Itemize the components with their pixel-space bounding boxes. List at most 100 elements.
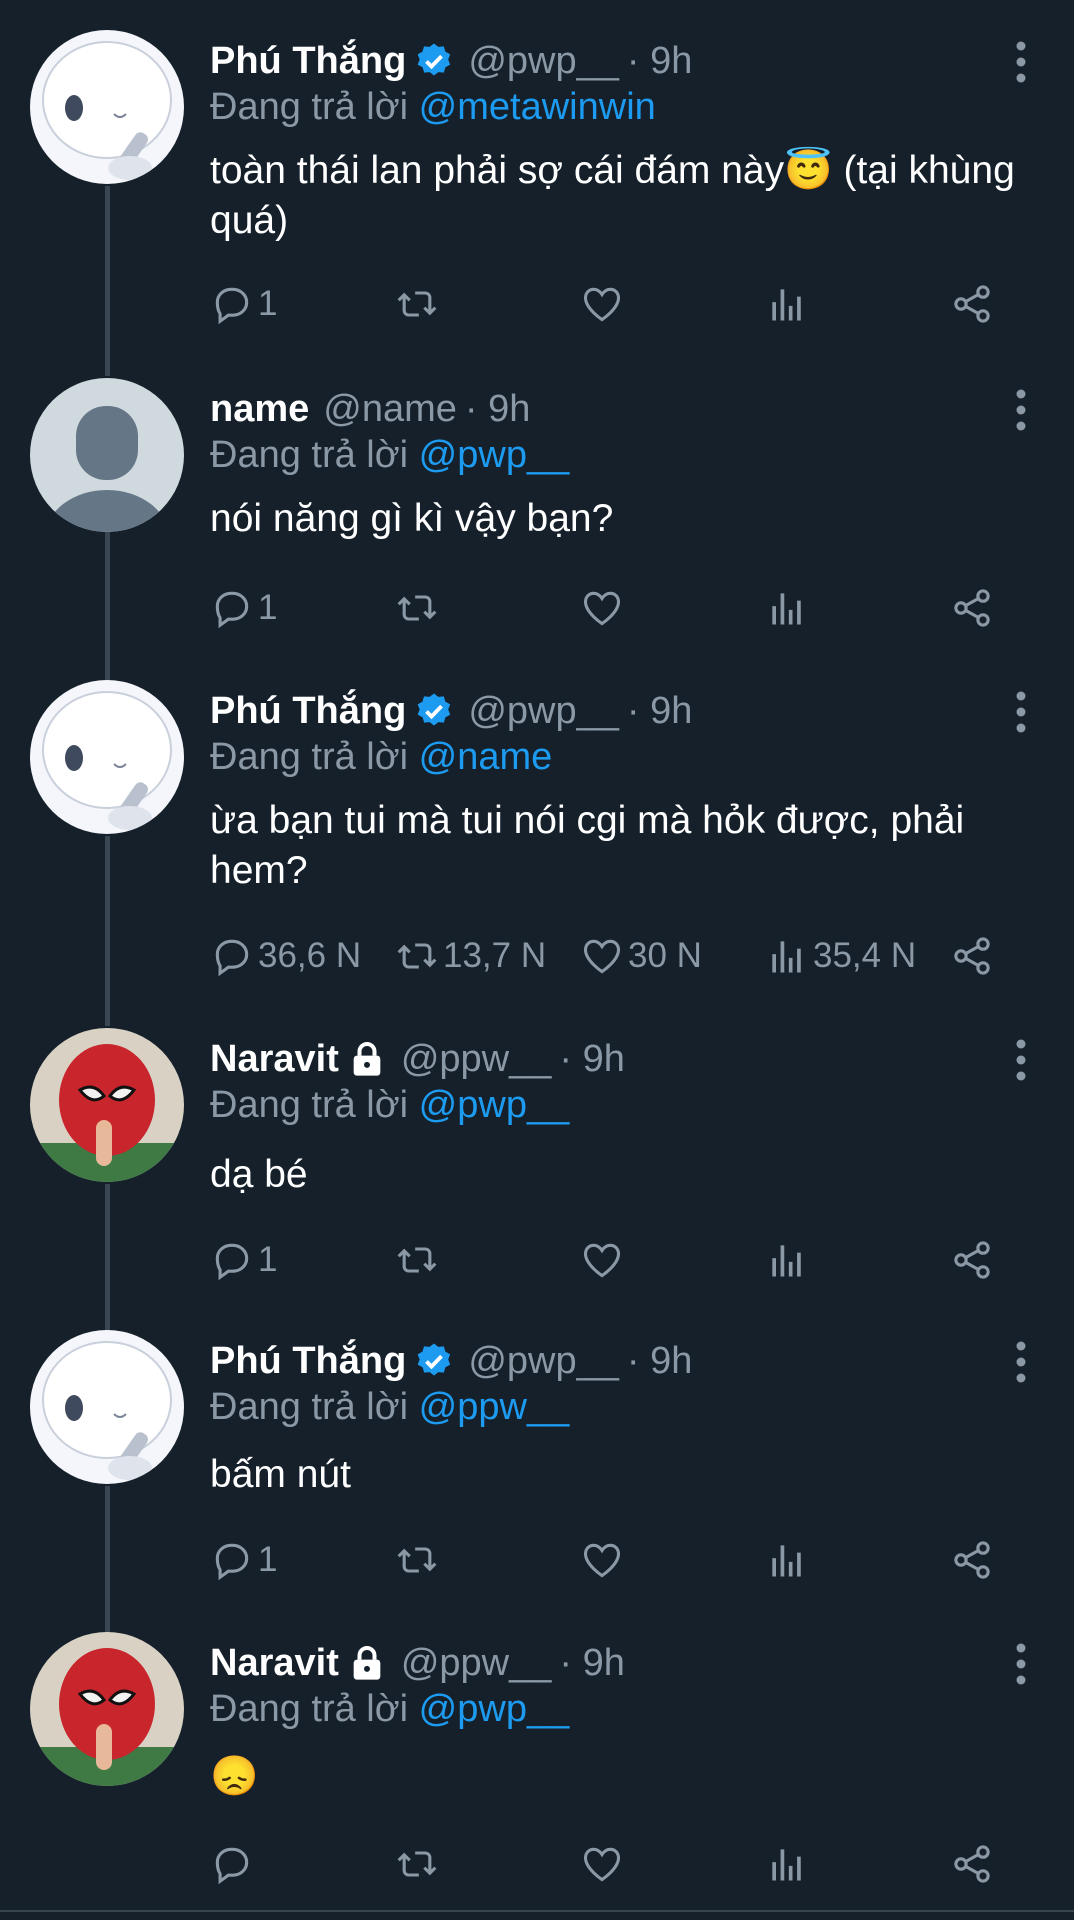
like-button[interactable] [580,1234,628,1286]
avatar[interactable] [30,1632,184,1786]
share-button[interactable] [950,1534,994,1586]
more-options-icon[interactable] [1014,690,1028,734]
tweet-text: toàn thái lan phải sợ cái đám này😇 (tại … [210,149,1015,242]
views-button[interactable] [765,582,813,634]
retweet-button[interactable]: 13,7 N [395,930,546,982]
reply-icon [215,1543,249,1581]
share-button[interactable] [950,278,994,330]
heart-icon [583,591,621,626]
display-name[interactable]: Phú Thắng [210,1340,406,1383]
replying-prefix: Đang trả lời [210,434,409,476]
like-button[interactable]: 30 N [580,930,702,982]
reply-button[interactable]: 1 [210,1234,277,1286]
user-handle[interactable]: @ppw__ [401,1038,552,1081]
views-button[interactable] [765,1234,813,1286]
action-bar: 36,6 N 13,7 N 30 N 35,4 N [210,930,1010,982]
action-bar: 1 [210,278,1010,330]
action-bar [210,1838,1010,1890]
retweet-button[interactable] [395,1234,443,1286]
timestamp: · 9h [626,1339,693,1382]
display-name[interactable]: Naravit [210,1038,339,1081]
more-options-icon[interactable] [1014,1340,1028,1384]
reply-icon [215,939,249,977]
views-button[interactable] [765,1534,813,1586]
user-handle[interactable]: @name [323,388,457,431]
more-options-icon[interactable] [1014,40,1028,84]
replying-prefix: Đang trả lời [210,736,409,778]
user-handle[interactable]: @pwp__ [468,690,619,733]
reply-icon [215,1847,249,1885]
mention-link[interactable]: @pwp__ [419,1084,570,1126]
avatar[interactable] [30,1028,184,1182]
retweet-button[interactable] [395,278,443,330]
heart-icon [583,1243,621,1278]
share-icon [954,1541,990,1579]
share-button[interactable] [950,582,994,634]
replying-to: Đang trả lời @metawinwin [210,86,656,129]
display-name[interactable]: Phú Thắng [210,40,406,83]
display-name[interactable]: Naravit [210,1642,339,1685]
retweet-button[interactable] [395,1534,443,1586]
mention-link[interactable]: @ppw__ [419,1386,570,1428]
reply-button[interactable] [210,1838,258,1890]
retweet-icon [397,1547,437,1573]
tweet-text: ừa bạn tui mà tui nói cgi mà hỏk được, p… [210,799,965,892]
thread-line [105,1184,110,1332]
tweet-header: Phú Thắng @pwp__ · 9h [210,686,692,736]
like-button[interactable] [580,1838,628,1890]
views-icon [772,941,801,973]
retweet-button[interactable] [395,1838,443,1890]
retweet-button[interactable] [395,582,443,634]
reply-button[interactable]: 1 [210,278,277,330]
action-bar: 1 [210,582,1010,634]
share-button[interactable] [950,930,994,982]
spiderman-mask-avatar [30,1028,184,1182]
spiderman-mask-avatar [30,1632,184,1786]
mention-link[interactable]: @pwp__ [419,434,570,476]
mention-link[interactable]: @name [419,736,553,778]
default-user-avatar [30,378,184,532]
reply-button[interactable]: 36,6 N [210,930,361,982]
avatar[interactable] [30,30,184,184]
mention-link[interactable]: @metawinwin [419,86,656,128]
views-button[interactable] [765,278,813,330]
user-handle[interactable]: @pwp__ [468,40,619,83]
avatar[interactable] [30,1330,184,1484]
tweet-text: bấm nút [210,1453,351,1496]
reply-count: 1 [258,1240,278,1279]
replying-to: Đang trả lời @pwp__ [210,1688,569,1731]
like-button[interactable] [580,278,628,330]
user-handle[interactable]: @pwp__ [468,1340,619,1383]
avatar[interactable] [30,378,184,532]
cartoon-character-avatar [30,1330,184,1484]
views-button[interactable] [765,1838,813,1890]
share-icon [954,589,990,627]
user-handle[interactable]: @ppw__ [401,1642,552,1685]
replying-to: Đang trả lời @ppw__ [210,1386,569,1429]
views-button[interactable]: 35,4 N [765,930,916,982]
display-name[interactable]: Phú Thắng [210,690,406,733]
replying-prefix: Đang trả lời [210,1084,409,1126]
share-icon [954,937,990,975]
share-button[interactable] [950,1234,994,1286]
reply-button[interactable]: 1 [210,1534,277,1586]
replying-prefix: Đang trả lời [210,1688,409,1730]
like-count: 30 N [628,936,702,975]
more-options-icon[interactable] [1014,388,1028,432]
like-button[interactable] [580,582,628,634]
retweet-icon [397,1247,437,1273]
verified-icon [414,691,454,731]
more-options-icon[interactable] [1014,1642,1028,1686]
share-icon [954,1845,990,1883]
more-options-icon[interactable] [1014,1038,1028,1082]
retweet-icon [397,1851,437,1877]
views-icon [772,289,801,321]
thread-line [105,532,110,680]
reply-button[interactable]: 1 [210,582,277,634]
timestamp: · 9h [464,387,531,430]
like-button[interactable] [580,1534,628,1586]
share-button[interactable] [950,1838,994,1890]
mention-link[interactable]: @pwp__ [419,1688,570,1730]
display-name[interactable]: name [210,388,309,431]
avatar[interactable] [30,680,184,834]
